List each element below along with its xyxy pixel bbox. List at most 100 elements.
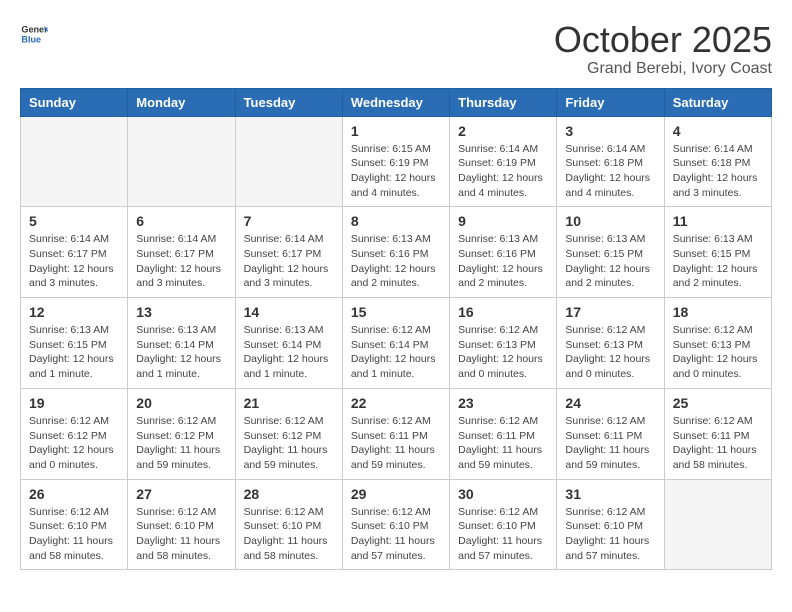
day-number: 13 (136, 304, 226, 320)
calendar-cell: 10Sunrise: 6:13 AM Sunset: 6:15 PM Dayli… (557, 207, 664, 298)
day-info: Sunrise: 6:12 AM Sunset: 6:11 PM Dayligh… (565, 414, 655, 473)
day-number: 1 (351, 123, 441, 139)
day-number: 22 (351, 395, 441, 411)
day-info: Sunrise: 6:12 AM Sunset: 6:13 PM Dayligh… (458, 323, 548, 382)
day-info: Sunrise: 6:12 AM Sunset: 6:10 PM Dayligh… (244, 505, 334, 564)
calendar-body: 1Sunrise: 6:15 AM Sunset: 6:19 PM Daylig… (21, 116, 772, 570)
day-number: 15 (351, 304, 441, 320)
day-number: 12 (29, 304, 119, 320)
day-info: Sunrise: 6:12 AM Sunset: 6:10 PM Dayligh… (29, 505, 119, 564)
week-row-2: 5Sunrise: 6:14 AM Sunset: 6:17 PM Daylig… (21, 207, 772, 298)
calendar-cell: 15Sunrise: 6:12 AM Sunset: 6:14 PM Dayli… (342, 298, 449, 389)
day-number: 11 (673, 213, 763, 229)
day-info: Sunrise: 6:14 AM Sunset: 6:17 PM Dayligh… (136, 232, 226, 291)
calendar-cell: 21 Sunrise: 6:12 AM Sunset: 6:12 PM Dayli… (235, 388, 342, 479)
day-info: Sunrise: 6:13 AM Sunset: 6:14 PM Dayligh… (244, 323, 334, 382)
day-number: 7 (244, 213, 334, 229)
day-number: 26 (29, 486, 119, 502)
calendar-header: SundayMondayTuesdayWednesdayThursdayFrid… (21, 88, 772, 116)
weekday-header-sunday: Sunday (21, 88, 128, 116)
day-number: 27 (136, 486, 226, 502)
header: General Blue October 2025 Grand Berebi, … (20, 20, 772, 78)
calendar-cell: 6Sunrise: 6:14 AM Sunset: 6:17 PM Daylig… (128, 207, 235, 298)
logo-icon: General Blue (20, 20, 48, 48)
day-info: Sunrise: 6:13 AM Sunset: 6:16 PM Dayligh… (351, 232, 441, 291)
calendar-cell: 23 Sunrise: 6:12 AM Sunset: 6:11 PM Dayli… (450, 388, 557, 479)
day-number: 31 (565, 486, 655, 502)
day-number: 21 (244, 395, 334, 411)
day-info: Sunrise: 6:12 AM Sunset: 6:10 PM Dayligh… (136, 505, 226, 564)
calendar-cell: 26 Sunrise: 6:12 AM Sunset: 6:10 PM Dayli… (21, 479, 128, 570)
day-info: Sunrise: 6:12 AM Sunset: 6:12 PM Dayligh… (136, 414, 226, 473)
calendar-cell: 9 Sunrise: 6:13 AM Sunset: 6:16 PM Daylig… (450, 207, 557, 298)
svg-text:Blue: Blue (21, 34, 41, 44)
day-number: 2 (458, 123, 548, 139)
day-info: Sunrise: 6:12 AM Sunset: 6:10 PM Dayligh… (565, 505, 655, 564)
calendar-cell (128, 116, 235, 207)
calendar-cell (664, 479, 771, 570)
day-number: 24 (565, 395, 655, 411)
day-number: 17 (565, 304, 655, 320)
calendar-cell (21, 116, 128, 207)
day-number: 29 (351, 486, 441, 502)
day-number: 30 (458, 486, 548, 502)
calendar-cell: 16 Sunrise: 6:12 AM Sunset: 6:13 PM Dayli… (450, 298, 557, 389)
day-number: 18 (673, 304, 763, 320)
calendar-cell: 30 Sunrise: 6:12 AM Sunset: 6:10 PM Dayli… (450, 479, 557, 570)
calendar-cell: 27 Sunrise: 6:12 AM Sunset: 6:10 PM Dayli… (128, 479, 235, 570)
location-title: Grand Berebi, Ivory Coast (554, 60, 772, 78)
calendar-cell: 1Sunrise: 6:15 AM Sunset: 6:19 PM Daylig… (342, 116, 449, 207)
day-info: Sunrise: 6:13 AM Sunset: 6:16 PM Dayligh… (458, 232, 548, 291)
day-info: Sunrise: 6:14 AM Sunset: 6:18 PM Dayligh… (565, 142, 655, 201)
calendar-cell: 20 Sunrise: 6:12 AM Sunset: 6:12 PM Dayli… (128, 388, 235, 479)
day-info: Sunrise: 6:12 AM Sunset: 6:10 PM Dayligh… (458, 505, 548, 564)
calendar-cell: 4Sunrise: 6:14 AM Sunset: 6:18 PM Daylig… (664, 116, 771, 207)
calendar-cell: 22 Sunrise: 6:12 AM Sunset: 6:11 PM Dayli… (342, 388, 449, 479)
week-row-5: 26 Sunrise: 6:12 AM Sunset: 6:10 PM Dayli… (21, 479, 772, 570)
day-number: 16 (458, 304, 548, 320)
weekday-header-friday: Friday (557, 88, 664, 116)
day-info: Sunrise: 6:12 AM Sunset: 6:11 PM Dayligh… (673, 414, 763, 473)
calendar-cell: 7 Sunrise: 6:14 AM Sunset: 6:17 PM Daylig… (235, 207, 342, 298)
day-info: Sunrise: 6:12 AM Sunset: 6:12 PM Dayligh… (244, 414, 334, 473)
day-number: 20 (136, 395, 226, 411)
calendar-cell: 24 Sunrise: 6:12 AM Sunset: 6:11 PM Dayli… (557, 388, 664, 479)
day-number: 19 (29, 395, 119, 411)
calendar-cell: 5Sunrise: 6:14 AM Sunset: 6:17 PM Daylig… (21, 207, 128, 298)
day-info: Sunrise: 6:14 AM Sunset: 6:17 PM Dayligh… (244, 232, 334, 291)
logo: General Blue (20, 20, 48, 48)
calendar-cell: 14 Sunrise: 6:13 AM Sunset: 6:14 PM Dayli… (235, 298, 342, 389)
weekday-header-tuesday: Tuesday (235, 88, 342, 116)
week-row-3: 12Sunrise: 6:13 AM Sunset: 6:15 PM Dayli… (21, 298, 772, 389)
title-area: October 2025 Grand Berebi, Ivory Coast (554, 20, 772, 78)
week-row-1: 1Sunrise: 6:15 AM Sunset: 6:19 PM Daylig… (21, 116, 772, 207)
day-number: 28 (244, 486, 334, 502)
calendar-cell: 12Sunrise: 6:13 AM Sunset: 6:15 PM Dayli… (21, 298, 128, 389)
month-title: October 2025 (554, 20, 772, 60)
day-number: 9 (458, 213, 548, 229)
day-number: 10 (565, 213, 655, 229)
calendar-cell: 29Sunrise: 6:12 AM Sunset: 6:10 PM Dayli… (342, 479, 449, 570)
day-number: 3 (565, 123, 655, 139)
calendar-cell: 18 Sunrise: 6:12 AM Sunset: 6:13 PM Dayli… (664, 298, 771, 389)
calendar-cell: 28 Sunrise: 6:12 AM Sunset: 6:10 PM Dayli… (235, 479, 342, 570)
day-info: Sunrise: 6:13 AM Sunset: 6:14 PM Dayligh… (136, 323, 226, 382)
day-info: Sunrise: 6:12 AM Sunset: 6:11 PM Dayligh… (351, 414, 441, 473)
calendar-cell: 31 Sunrise: 6:12 AM Sunset: 6:10 PM Dayli… (557, 479, 664, 570)
weekday-header-row: SundayMondayTuesdayWednesdayThursdayFrid… (21, 88, 772, 116)
day-info: Sunrise: 6:14 AM Sunset: 6:17 PM Dayligh… (29, 232, 119, 291)
day-info: Sunrise: 6:12 AM Sunset: 6:11 PM Dayligh… (458, 414, 548, 473)
calendar-cell: 19 Sunrise: 6:12 AM Sunset: 6:12 PM Dayli… (21, 388, 128, 479)
calendar-cell: 11Sunrise: 6:13 AM Sunset: 6:15 PM Dayli… (664, 207, 771, 298)
day-number: 23 (458, 395, 548, 411)
day-info: Sunrise: 6:12 AM Sunset: 6:12 PM Dayligh… (29, 414, 119, 473)
day-number: 8 (351, 213, 441, 229)
calendar-cell: 13 Sunrise: 6:13 AM Sunset: 6:14 PM Dayli… (128, 298, 235, 389)
weekday-header-thursday: Thursday (450, 88, 557, 116)
day-number: 4 (673, 123, 763, 139)
day-number: 25 (673, 395, 763, 411)
week-row-4: 19 Sunrise: 6:12 AM Sunset: 6:12 PM Dayli… (21, 388, 772, 479)
day-number: 14 (244, 304, 334, 320)
day-info: Sunrise: 6:12 AM Sunset: 6:13 PM Dayligh… (673, 323, 763, 382)
day-info: Sunrise: 6:12 AM Sunset: 6:13 PM Dayligh… (565, 323, 655, 382)
